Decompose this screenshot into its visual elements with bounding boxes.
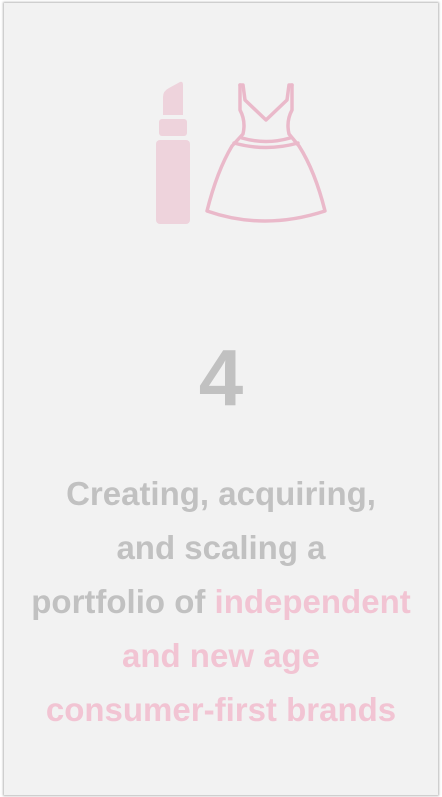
description-line-2: and scaling a xyxy=(116,529,326,566)
card-description: Creating, acquiring, and scaling a portf… xyxy=(4,467,438,737)
description-line-3-plain: portfolio of xyxy=(31,583,215,620)
dress-icon xyxy=(205,83,327,223)
fashion-icons xyxy=(149,79,334,233)
description-line-1: Creating, acquiring, xyxy=(66,475,376,512)
stat-number: 4 xyxy=(198,333,244,422)
description-highlight-independent: independent xyxy=(214,583,411,620)
description-line-5: consumer-first brands xyxy=(45,691,397,728)
description-line-4: and new age xyxy=(121,637,321,674)
lipstick-dress-illustration xyxy=(156,81,327,224)
lipstick-icon xyxy=(156,81,190,224)
description-line-3: portfolio of independent xyxy=(4,575,438,629)
feature-card: 4 Creating, acquiring, and scaling a por… xyxy=(4,3,438,795)
